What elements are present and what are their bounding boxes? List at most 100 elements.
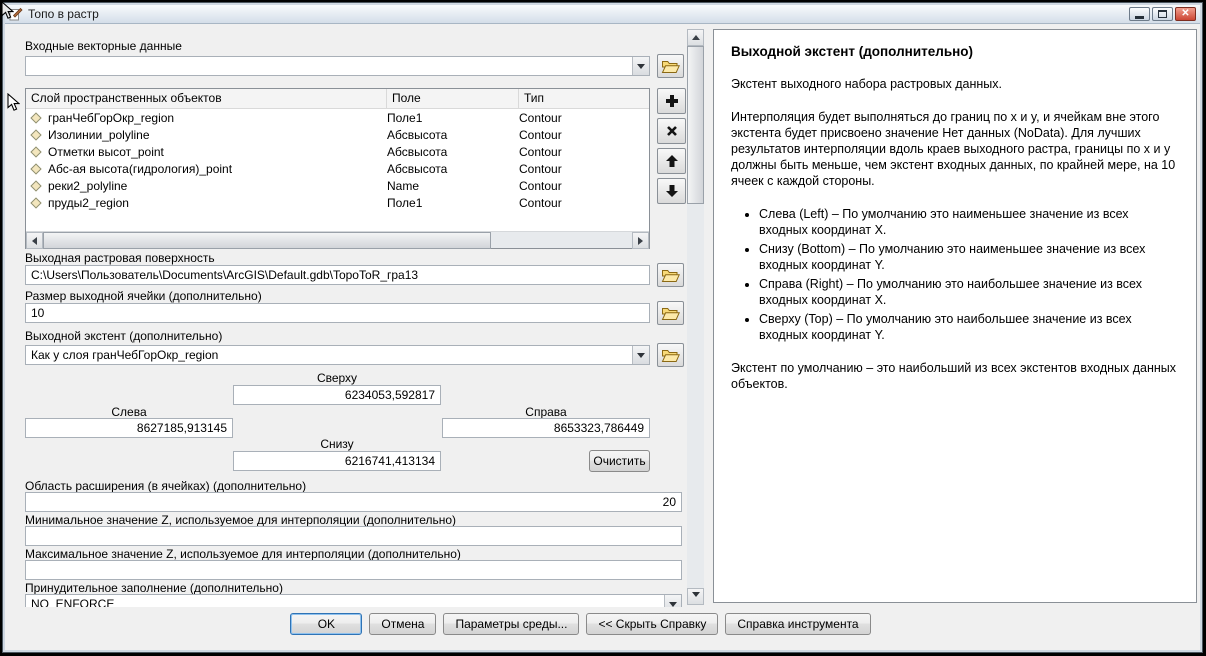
- min-z-label: Минимальное значение Z, используемое для…: [25, 513, 456, 527]
- layer-field: Поле1: [387, 111, 519, 125]
- layer-name: Отметки высот_point: [48, 145, 164, 159]
- output-extent-value[interactable]: Как у слоя гранЧебГорОкр_region: [31, 348, 218, 362]
- extent-top-label: Сверху: [233, 371, 441, 385]
- close-icon: ✕: [1181, 9, 1189, 19]
- table-row[interactable]: гранЧебГорОкр_region Поле1 Contour: [26, 109, 649, 126]
- open-folder-icon: [661, 306, 680, 321]
- extent-right-label: Справа: [442, 405, 650, 419]
- output-surface-input[interactable]: [25, 265, 650, 285]
- titlebar[interactable]: Топо в растр ✕: [5, 5, 1200, 24]
- help-paragraph: Интерполяция будет выполняться до границ…: [731, 109, 1178, 189]
- topo-to-raster-dialog: Топо в растр ✕ Входные векторные данные …: [2, 2, 1203, 653]
- extent-left-input[interactable]: [25, 418, 233, 438]
- extent-right-input[interactable]: [442, 418, 650, 438]
- layer-field: Абсвысота: [387, 128, 519, 142]
- feature-layer-icon: [30, 197, 41, 208]
- feature-layer-icon: [30, 112, 41, 123]
- help-bullet-list: Слева (Left) – По умолчанию это наименьш…: [743, 206, 1178, 343]
- layer-name: Изолинии_polyline: [48, 128, 150, 142]
- input-vector-browse-button[interactable]: [657, 54, 684, 78]
- clear-extent-button[interactable]: Очистить: [589, 450, 650, 472]
- scroll-up-button[interactable]: [687, 29, 704, 46]
- max-z-input[interactable]: [25, 560, 682, 580]
- move-up-button[interactable]: [657, 148, 686, 174]
- extent-top-input[interactable]: [233, 385, 441, 405]
- arrow-up-icon: [665, 154, 679, 168]
- margin-input[interactable]: [25, 492, 682, 512]
- close-button[interactable]: ✕: [1175, 7, 1196, 21]
- arrow-down-icon: [665, 184, 679, 198]
- layer-field: Name: [387, 179, 519, 193]
- plus-icon: [665, 94, 679, 108]
- tool-help-button[interactable]: Справка инструмента: [725, 613, 870, 635]
- enforce-dropdown-button[interactable]: [664, 595, 681, 607]
- layer-type: Contour: [519, 111, 649, 125]
- move-down-button[interactable]: [657, 178, 686, 204]
- cancel-button[interactable]: Отмена: [369, 613, 436, 635]
- chevron-down-icon: [637, 64, 645, 73]
- table-row[interactable]: реки2_polyline Name Contour: [26, 177, 649, 194]
- enforce-label: Принудительное заполнение (дополнительно…: [25, 581, 283, 595]
- output-extent-browse-button[interactable]: [657, 343, 684, 367]
- dialog-buttons: OK Отмена Параметры среды... << Скрыть С…: [0, 613, 1180, 639]
- margin-label: Область расширения (в ячейках) (дополнит…: [25, 479, 306, 493]
- minimize-button[interactable]: [1129, 7, 1150, 21]
- help-bullet: Сверху (Top) – По умолчанию это наибольш…: [759, 311, 1178, 343]
- horizontal-scrollbar-thumb[interactable]: [43, 232, 491, 249]
- ok-button[interactable]: OK: [290, 613, 362, 635]
- window-controls: ✕: [1129, 7, 1196, 21]
- help-bullet: Слева (Left) – По умолчанию это наименьш…: [759, 206, 1178, 238]
- feature-layer-icon: [30, 146, 41, 157]
- help-bullet: Справа (Right) – По умолчанию это наибол…: [759, 276, 1178, 308]
- chevron-down-icon: [669, 602, 677, 607]
- window-title: Топо в растр: [28, 7, 99, 21]
- table-row[interactable]: пруды2_region Поле1 Contour: [26, 194, 649, 211]
- layer-field: Абсвысота: [387, 162, 519, 176]
- cell-size-browse-button[interactable]: [657, 301, 684, 325]
- hide-help-button[interactable]: << Скрыть Справку: [586, 613, 718, 635]
- minimize-icon: [1135, 16, 1144, 19]
- enforce-combobox[interactable]: NO_ENFORCE: [25, 594, 682, 607]
- mouse-cursor: [7, 93, 20, 113]
- help-footer: Экстент по умолчанию – это наибольший из…: [731, 360, 1178, 392]
- layer-type: Contour: [519, 179, 649, 193]
- remove-layer-button[interactable]: [657, 118, 686, 144]
- extent-bottom-input[interactable]: [233, 451, 441, 471]
- layer-type: Contour: [519, 196, 649, 210]
- layer-name: Абс-ая высота(гидрология)_point: [48, 162, 232, 176]
- chevron-down-icon: [637, 353, 645, 362]
- scroll-down-button[interactable]: [687, 588, 704, 605]
- input-vector-combobox[interactable]: [25, 56, 650, 76]
- input-vector-label: Входные векторные данные: [25, 39, 182, 53]
- environments-button[interactable]: Параметры среды...: [443, 613, 579, 635]
- output-surface-browse-button[interactable]: [657, 263, 684, 287]
- extent-left-label: Слева: [25, 405, 233, 419]
- min-z-input[interactable]: [25, 526, 682, 546]
- mouse-cursor: [1, 1, 14, 21]
- help-bullet: Снизу (Bottom) – По умолчанию это наимен…: [759, 241, 1178, 273]
- feature-layer-icon: [30, 129, 41, 140]
- layers-table-header: Слой пространственных объектов Поле Тип: [26, 89, 649, 109]
- layer-type: Contour: [519, 128, 649, 142]
- cell-size-input[interactable]: [25, 303, 650, 323]
- maximize-button[interactable]: [1152, 7, 1173, 21]
- table-row[interactable]: Изолинии_polyline Абсвысота Contour: [26, 126, 649, 143]
- help-panel: Выходной экстент (дополнительно) Экстент…: [713, 29, 1197, 603]
- enforce-value[interactable]: NO_ENFORCE: [31, 597, 114, 607]
- table-row[interactable]: Абс-ая высота(гидрология)_point Абсвысот…: [26, 160, 649, 177]
- table-row[interactable]: Отметки высот_point Абсвысота Contour: [26, 143, 649, 160]
- help-intro: Экстент выходного набора растровых данны…: [731, 76, 1178, 92]
- open-folder-icon: [661, 268, 680, 283]
- x-icon: [666, 125, 678, 137]
- layer-name: реки2_polyline: [48, 179, 127, 193]
- panel-vertical-scrollbar: [687, 29, 704, 605]
- vertical-scrollbar-thumb[interactable]: [687, 46, 704, 204]
- output-extent-combobox[interactable]: Как у слоя гранЧебГорОкр_region: [25, 345, 650, 365]
- triangle-up-icon: [692, 31, 700, 40]
- add-layer-button[interactable]: [657, 88, 686, 114]
- output-extent-dropdown-button[interactable]: [632, 346, 649, 364]
- scroll-right-button[interactable]: [632, 232, 649, 249]
- output-surface-label: Выходная растровая поверхность: [25, 251, 215, 265]
- scroll-left-button[interactable]: [26, 232, 43, 249]
- input-vector-dropdown-button[interactable]: [632, 57, 649, 75]
